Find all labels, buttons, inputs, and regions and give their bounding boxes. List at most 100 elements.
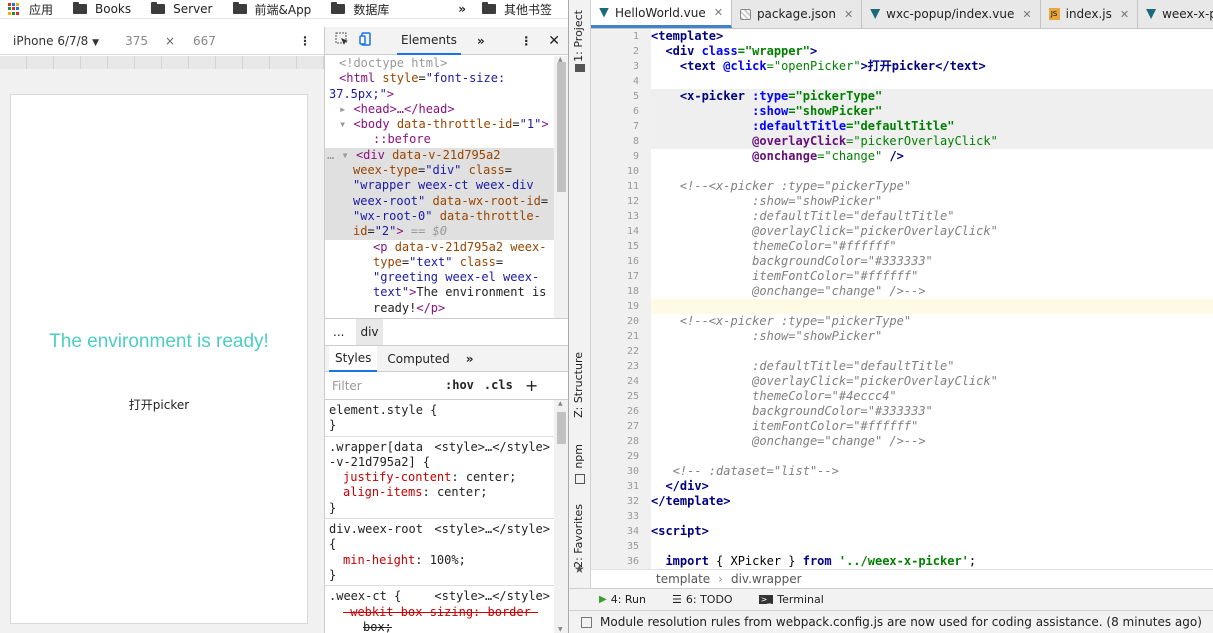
tab-wxc-popup-vue[interactable]: wxc-popup/index.vue ✕	[862, 0, 1041, 28]
dom-head-node[interactable]: ▸ <head>…</head>	[325, 102, 554, 117]
breadcrumb-template[interactable]: template	[656, 572, 710, 586]
bookmark-apps[interactable]: 应用	[0, 1, 53, 18]
cls-toggle[interactable]: .cls	[484, 378, 513, 393]
close-icon[interactable]: ✕	[1022, 8, 1031, 21]
tab-label: package.json	[756, 7, 836, 21]
bookmarks-more-button[interactable]: »	[458, 2, 466, 16]
line-number: 17	[626, 271, 639, 282]
tab-package-json[interactable]: package.json ✕	[732, 0, 863, 28]
rule-weex-root[interactable]: div.weex-root <style>…</style> { min-heig…	[325, 519, 554, 587]
css-property[interactable]: min-height	[343, 553, 415, 567]
line-number: 9	[632, 151, 639, 162]
dom-body-node[interactable]: ▾ <body data-throttle-id="1">	[325, 117, 554, 132]
run-tool-button[interactable]: ▶ 4: Run	[599, 593, 646, 606]
tab-label: HelloWorld.vue	[615, 5, 706, 20]
code-editor[interactable]: <template> <div class="wrapper"> <text @…	[651, 29, 1213, 569]
css-value-overridden[interactable]: box;	[329, 620, 550, 633]
device-menu-kebab-icon[interactable]: ⋮	[299, 34, 311, 48]
terminal-tool-button[interactable]: >_ Terminal	[758, 593, 824, 606]
status-message[interactable]: Module resolution rules from webpack.con…	[600, 615, 1202, 629]
bookmark-other[interactable]: 其他书签	[481, 1, 552, 18]
run-icon: ▶	[599, 594, 607, 605]
open-picker-text[interactable]: 打开picker	[11, 396, 307, 413]
collapse-arrow-icon[interactable]: ▾	[341, 148, 348, 162]
rule-wrapper[interactable]: .wrapper[data <style>…</style> -v-21d795a…	[325, 437, 554, 520]
npm-tool-button[interactable]: npm	[572, 444, 585, 469]
bookmark-label: 数据库	[353, 2, 390, 17]
close-icon[interactable]: ✕	[548, 33, 560, 49]
rule-source-link[interactable]: <style>…</style>	[434, 522, 550, 537]
code-line-17: itemFontColor="#ffffff"	[752, 269, 919, 283]
code-line-14: @overlayClick="pickerOverlayClick"	[752, 224, 998, 238]
close-icon[interactable]: ✕	[1120, 8, 1129, 21]
bookmark-books[interactable]: Books	[73, 2, 131, 16]
devtools-menu-kebab-icon[interactable]: ⋮	[520, 34, 532, 48]
code-line-26: backgroundColor="#333333"	[752, 404, 933, 418]
tab-elements[interactable]: Elements	[397, 27, 461, 55]
status-window-icon[interactable]	[581, 616, 592, 628]
bookmark-database[interactable]: 数据库	[331, 1, 389, 18]
todo-tool-button[interactable]: ☰ 6: TODO	[672, 593, 733, 606]
dom-div-node-selected[interactable]: … ▾ <div data-v-21d795a2 weex-type="div"…	[325, 147, 554, 240]
line-number: 30	[626, 466, 639, 477]
code-line-13: :defaultTitle="defaultTitle"	[752, 209, 955, 223]
device-select[interactable]: iPhone 6/7/8 ▼	[13, 34, 99, 48]
breadcrumb-more[interactable]: ...	[333, 325, 344, 339]
dom-html-node[interactable]: <html style="font-size:	[325, 71, 554, 86]
breadcrumb-div[interactable]: div	[356, 319, 383, 345]
line-number: 1	[632, 31, 639, 42]
favorites-tool-button[interactable]: 2: Favorites	[572, 504, 585, 568]
tab-styles[interactable]: Styles	[329, 345, 378, 372]
status-bar: Module resolution rules from webpack.con…	[569, 610, 1213, 633]
height-input[interactable]: 667	[193, 34, 216, 48]
dom-p-node[interactable]: <p data-v-21d795a2 weex- type="text" cla…	[325, 240, 554, 316]
collapse-arrow-icon[interactable]: ▾	[339, 117, 353, 131]
css-property[interactable]: justify-content	[343, 470, 451, 484]
close-icon[interactable]: ✕	[844, 8, 853, 21]
device-screen: The environment is ready! 打开picker	[10, 94, 308, 624]
tab-weex-x-picker[interactable]: weex-x-picker/inde	[1138, 0, 1213, 28]
line-number: 11	[626, 181, 639, 192]
rule-selector: element.style {	[329, 403, 438, 417]
bookmark-frontend[interactable]: 前端&App	[232, 1, 311, 18]
line-number: 13	[626, 211, 639, 222]
tabs-more-button[interactable]: »	[477, 34, 485, 48]
rule-source-link[interactable]: <style>…</style>	[434, 440, 550, 455]
css-value[interactable]: 100%;	[430, 553, 466, 567]
tab-computed[interactable]: Computed	[387, 352, 449, 366]
css-value[interactable]: center;	[466, 470, 517, 484]
rule-element-style[interactable]: element.style { }	[325, 400, 554, 437]
tab-helloworld-vue[interactable]: HelloWorld.vue ✕	[591, 0, 732, 28]
code-line-16: backgroundColor="#333333"	[752, 254, 933, 268]
inspect-element-icon[interactable]	[335, 32, 349, 49]
styles-filter-input[interactable]: Filter	[329, 375, 435, 396]
tab-index-js[interactable]: JS index.js ✕	[1041, 0, 1139, 28]
css-property[interactable]: align-items	[343, 485, 422, 499]
rule-selector: div.weex-root	[329, 522, 423, 537]
expand-arrow-icon[interactable]: ▸	[339, 102, 353, 116]
rule-source-link[interactable]: <style>…</style>	[434, 589, 550, 604]
css-value[interactable]: center;	[437, 485, 488, 499]
bookmark-server[interactable]: Server	[151, 2, 213, 16]
dom-scrollbar[interactable]: ▲ ▼	[554, 56, 569, 346]
hov-toggle[interactable]: :hov	[445, 378, 474, 393]
code-line-5: <x-picker :type="pickerType"	[651, 89, 1213, 104]
device-toggle-icon[interactable]	[359, 32, 373, 49]
project-tool-button[interactable]: 1: Project	[572, 10, 585, 62]
close-icon[interactable]: ✕	[714, 6, 723, 19]
dom-before-pseudo[interactable]: ::before	[325, 132, 554, 147]
folder-icon	[232, 2, 247, 14]
code-line-8: @overlayClick="pickerOverlayClick"	[651, 134, 1213, 149]
styles-tabs-more-button[interactable]: »	[466, 352, 474, 366]
line-number: 8	[632, 136, 639, 147]
rule-weex-ct[interactable]: .weex-ct {<style>…</style> -webkit-box-s…	[325, 586, 554, 633]
css-property-overridden[interactable]: -webkit-box-sizing: border-	[329, 605, 550, 620]
structure-tool-button[interactable]: Z: Structure	[572, 352, 585, 418]
new-style-rule-plus-icon[interactable]: +	[525, 376, 538, 395]
rule-close: }	[329, 567, 337, 582]
breadcrumb-div-wrapper[interactable]: div.wrapper	[731, 572, 802, 586]
styles-scrollbar[interactable]: ▲ ▼	[554, 400, 569, 633]
width-input[interactable]: 375	[125, 34, 148, 48]
